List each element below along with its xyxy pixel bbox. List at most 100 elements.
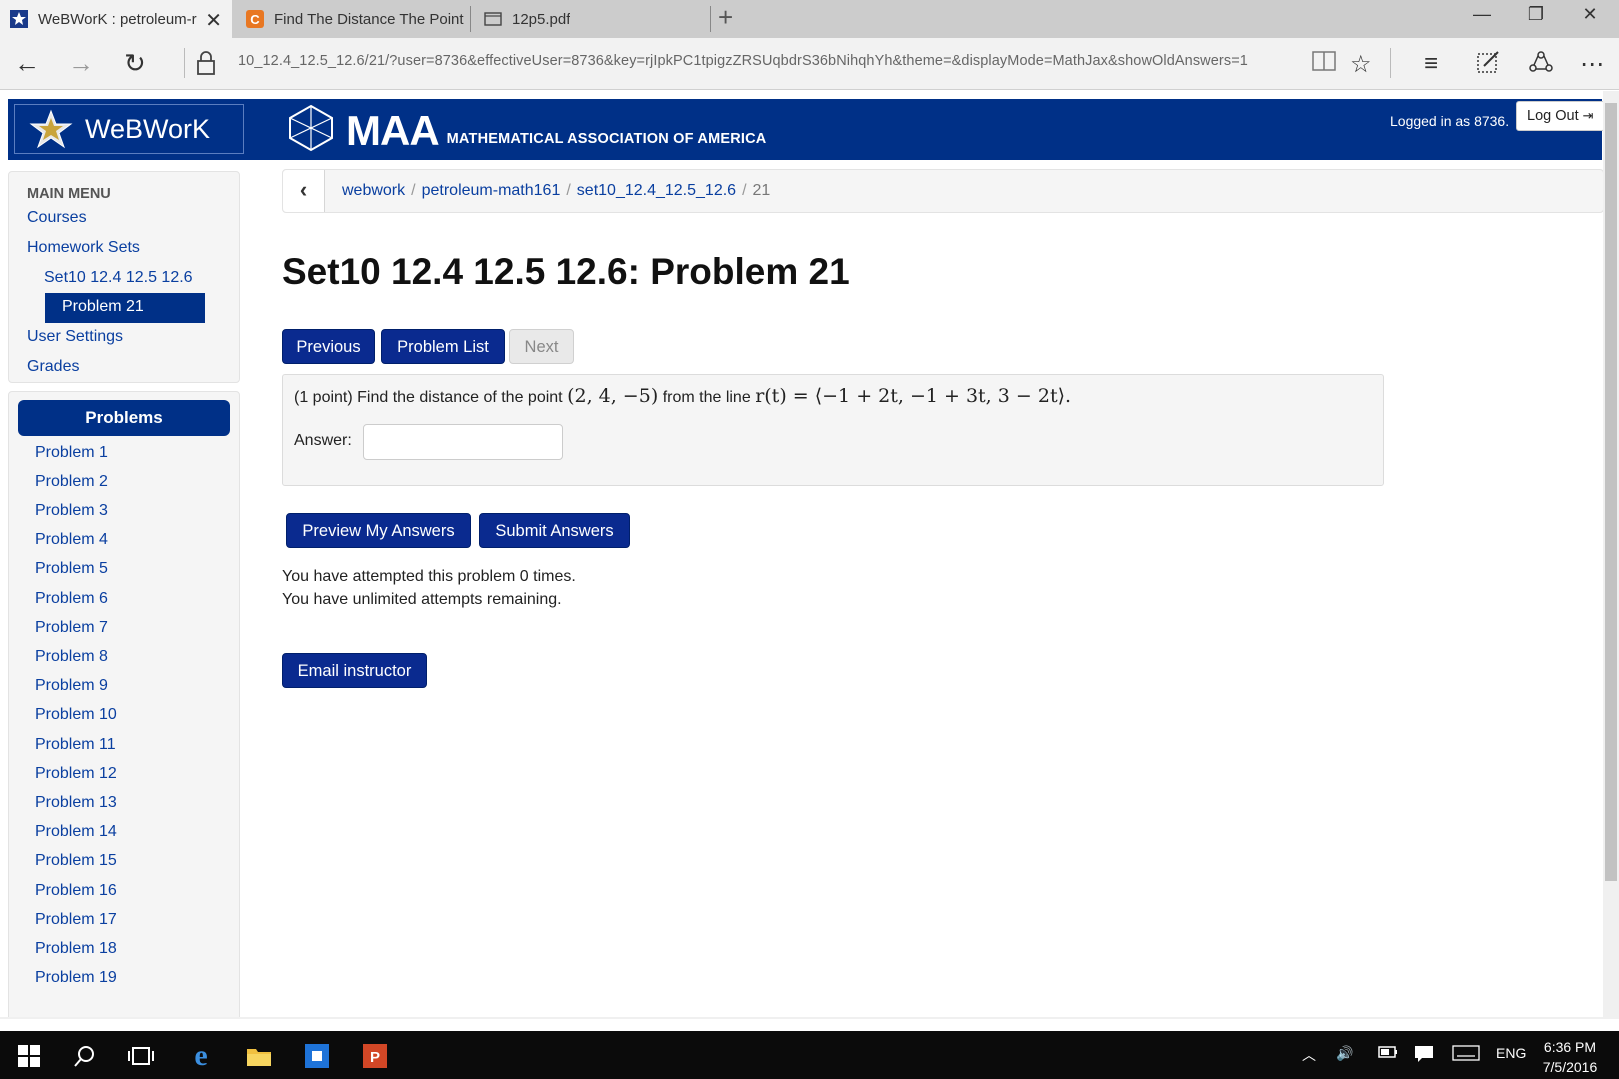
close-tab-icon[interactable]: ✕	[205, 8, 222, 33]
problem-link[interactable]: Problem 13	[35, 794, 117, 812]
web-note-icon[interactable]	[1476, 50, 1500, 81]
problem-link[interactable]: Problem 5	[35, 560, 108, 578]
problem-link[interactable]: Problem 7	[35, 619, 108, 637]
reading-view-icon[interactable]	[1312, 50, 1336, 79]
favorite-star-icon[interactable]: ☆	[1350, 50, 1372, 79]
problem-link[interactable]: Problem 1	[35, 444, 108, 462]
problem-link[interactable]: Problem 17	[35, 911, 117, 929]
share-icon[interactable]	[1528, 50, 1554, 81]
breadcrumb-item[interactable]: set10_12.4_12.5_12.6	[577, 182, 736, 199]
breadcrumb-item[interactable]: petroleum-math161	[422, 182, 561, 199]
more-menu-icon[interactable]: ⋯	[1580, 50, 1604, 79]
attempts-count: You have attempted this problem 0 times.	[282, 568, 576, 585]
previous-button[interactable]: Previous	[282, 329, 375, 364]
logout-button[interactable]: Log Out ⇥	[1516, 101, 1605, 131]
problem-link[interactable]: Problem 2	[35, 473, 108, 491]
problem-link[interactable]: Problem 9	[35, 677, 108, 695]
submit-answers-button[interactable]: Submit Answers	[479, 513, 630, 548]
hub-icon[interactable]: ≡	[1424, 50, 1438, 78]
pdf-file-icon	[484, 10, 502, 28]
input-language[interactable]: ENG	[1496, 1045, 1526, 1061]
problem-link[interactable]: Problem 19	[35, 969, 117, 987]
sidebar-item-homework-sets[interactable]: Homework Sets	[27, 239, 140, 257]
preview-answers-button[interactable]: Preview My Answers	[286, 513, 471, 548]
new-tab-icon[interactable]: +	[718, 2, 733, 33]
tab-pdf[interactable]: 12p5.pdf	[474, 0, 710, 38]
problem-link[interactable]: Problem 10	[35, 706, 117, 724]
problem-link[interactable]: Problem 3	[35, 502, 108, 520]
taskbar: e P ︿ 🔊 ENG 6:36 PM 7/5/2016	[0, 1031, 1619, 1079]
powerpoint-icon[interactable]: P	[360, 1041, 390, 1071]
forward-arrow-icon[interactable]: →	[68, 48, 94, 79]
problem-link[interactable]: Problem 4	[35, 531, 108, 549]
problem-link[interactable]: Problem 15	[35, 852, 117, 870]
maa-polyhedron-icon	[289, 104, 333, 152]
show-hidden-icons-icon[interactable]: ︿	[1302, 1045, 1316, 1065]
task-view-icon[interactable]	[126, 1041, 156, 1071]
problems-title: Problems	[18, 400, 230, 436]
next-button[interactable]: Next	[509, 329, 574, 364]
address-divider	[184, 48, 185, 78]
webwork-favicon-icon	[10, 10, 28, 28]
clock-date: 7/5/2016	[1542, 1059, 1598, 1075]
problem-body: (1 point) Find the distance of the point…	[282, 374, 1384, 486]
maa-logo[interactable]: MAA MATHEMATICAL ASSOCIATION OF AMERICA	[286, 103, 766, 153]
keyboard-icon[interactable]	[1452, 1045, 1480, 1064]
logged-in-status: Logged in as 8736.	[1390, 113, 1510, 129]
line-math: r(t) = ⟨−1 + 2t, −1 + 3t, 3 − 2t⟩.	[755, 385, 1072, 407]
tab-label: 12p5.pdf	[512, 10, 571, 28]
problem-link[interactable]: Problem 12	[35, 765, 117, 783]
maa-long-name: MATHEMATICAL ASSOCIATION OF AMERICA	[446, 131, 767, 147]
answer-input[interactable]	[363, 424, 563, 460]
tab-find-distance[interactable]: C Find The Distance The Point	[236, 0, 466, 38]
problem-link[interactable]: Problem 8	[35, 648, 108, 666]
tab-label: Find The Distance The Point	[274, 10, 464, 28]
breadcrumb-trail: webwork / petroleum-math161 / set10_12.4_12.…	[342, 182, 770, 200]
tab-webwork[interactable]: WeBWorK : petroleum-r ✕	[0, 0, 232, 38]
problem-link[interactable]: Problem 6	[35, 590, 108, 608]
horizontal-scrollbar[interactable]	[0, 1017, 1603, 1019]
system-clock[interactable]: 6:36 PM 7/5/2016	[1530, 1037, 1610, 1077]
webwork-star-icon	[29, 109, 73, 149]
breadcrumb-separator: /	[411, 182, 416, 199]
problem-link[interactable]: Problem 11	[35, 736, 116, 754]
store-icon[interactable]	[302, 1041, 332, 1071]
sidebar-item-current-set[interactable]: Set10 12.4 12.5 12.6	[44, 269, 193, 287]
chevron-left-icon: ‹	[299, 177, 308, 202]
webwork-logo[interactable]: WeBWorK	[14, 104, 244, 154]
problem-link[interactable]: Problem 18	[35, 940, 117, 958]
sidebar-item-grades[interactable]: Grades	[27, 358, 79, 376]
problems-panel: Problems Problem 1 Problem 2 Problem 3 P…	[8, 391, 240, 1019]
windows-start-icon[interactable]	[14, 1041, 44, 1071]
problem-middle: from the line	[662, 389, 751, 406]
app-title: WeBWorK	[85, 113, 211, 144]
refresh-icon[interactable]: ↻	[124, 48, 146, 79]
back-arrow-icon[interactable]: ←	[14, 48, 40, 79]
battery-icon[interactable]	[1378, 1045, 1398, 1062]
edge-browser-icon[interactable]: e	[186, 1039, 216, 1072]
file-explorer-icon[interactable]	[244, 1041, 274, 1071]
search-icon[interactable]	[70, 1041, 100, 1071]
problem-link[interactable]: Problem 16	[35, 882, 117, 900]
breadcrumb-separator: /	[742, 182, 747, 199]
problem-statement: (1 point) Find the distance of the point…	[294, 385, 1071, 407]
sidebar-item-current-problem[interactable]: Problem 21	[45, 293, 205, 323]
breadcrumb-back-button[interactable]: ‹	[283, 170, 325, 212]
problem-list-button[interactable]: Problem List	[381, 329, 505, 364]
close-window-icon[interactable]: ✕	[1570, 4, 1610, 25]
svg-text:C: C	[250, 12, 260, 27]
vertical-scrollbar-thumb[interactable]	[1605, 103, 1617, 881]
breadcrumb-item[interactable]: webwork	[342, 182, 405, 199]
answer-label: Answer:	[294, 432, 352, 449]
maa-short-name: MAA	[346, 107, 440, 154]
problem-link[interactable]: Problem 14	[35, 823, 117, 841]
sidebar-item-user-settings[interactable]: User Settings	[27, 328, 123, 346]
volume-icon[interactable]: 🔊	[1336, 1045, 1353, 1062]
restore-icon[interactable]: ❐	[1516, 4, 1556, 25]
action-center-icon[interactable]	[1414, 1045, 1434, 1066]
email-instructor-button[interactable]: Email instructor	[282, 653, 427, 688]
minimize-icon[interactable]: —	[1462, 4, 1502, 25]
sidebar-item-courses[interactable]: Courses	[27, 209, 87, 227]
url-field[interactable]: 10_12.4_12.5_12.6/21/?user=8736&effectiv…	[238, 53, 1290, 69]
point-math: (2, 4, −5)	[567, 385, 659, 407]
